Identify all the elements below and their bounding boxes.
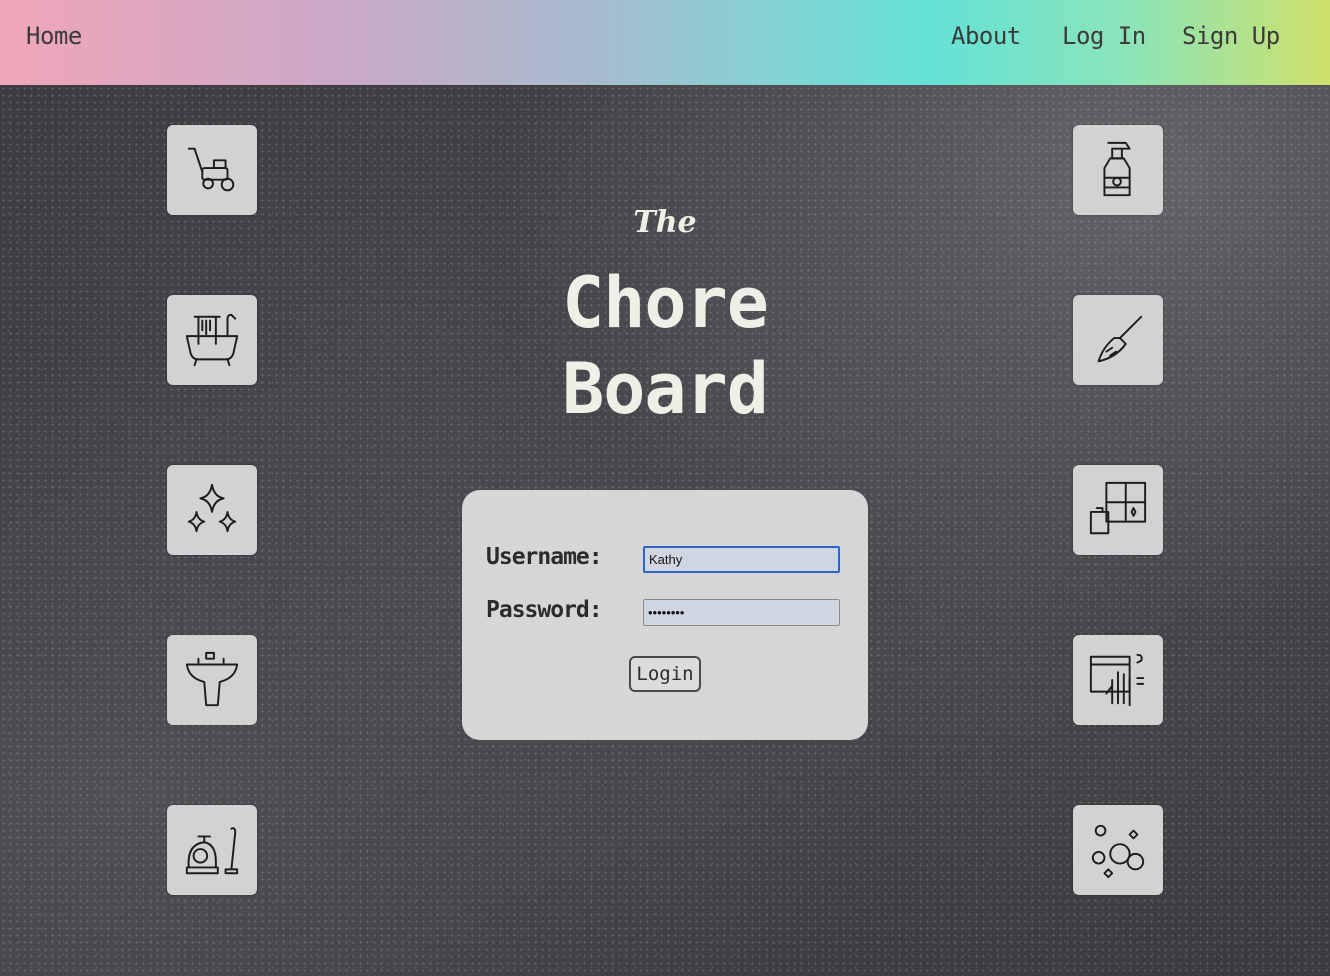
nav-home-link[interactable]: Home <box>26 22 82 50</box>
sparkles-icon <box>167 465 257 555</box>
password-label: Password: <box>486 597 603 623</box>
lawn-mower-icon <box>167 125 257 215</box>
spray-bottle-icon <box>1073 125 1163 215</box>
password-input[interactable] <box>643 599 840 626</box>
title-prefix: The <box>633 205 697 240</box>
nav-login-link[interactable]: Log In <box>1062 22 1146 50</box>
login-card: Username: Password: Login <box>462 490 868 740</box>
nav-about-link[interactable]: About <box>951 22 1021 50</box>
username-label: Username: <box>486 544 603 570</box>
sink-icon <box>167 635 257 725</box>
bubbles-icon <box>1073 805 1163 895</box>
wiping-hand-icon <box>1073 635 1163 725</box>
nav-signup-link[interactable]: Sign Up <box>1182 22 1280 50</box>
window-cleaning-icon <box>1073 465 1163 555</box>
vacuum-cleaner-icon <box>167 805 257 895</box>
page-title-line2: Board <box>562 348 769 430</box>
navbar: Home About Log In Sign Up <box>0 0 1330 85</box>
username-input[interactable] <box>643 546 840 573</box>
page-title-line1: Chore <box>562 262 769 344</box>
login-button[interactable]: Login <box>629 656 701 692</box>
